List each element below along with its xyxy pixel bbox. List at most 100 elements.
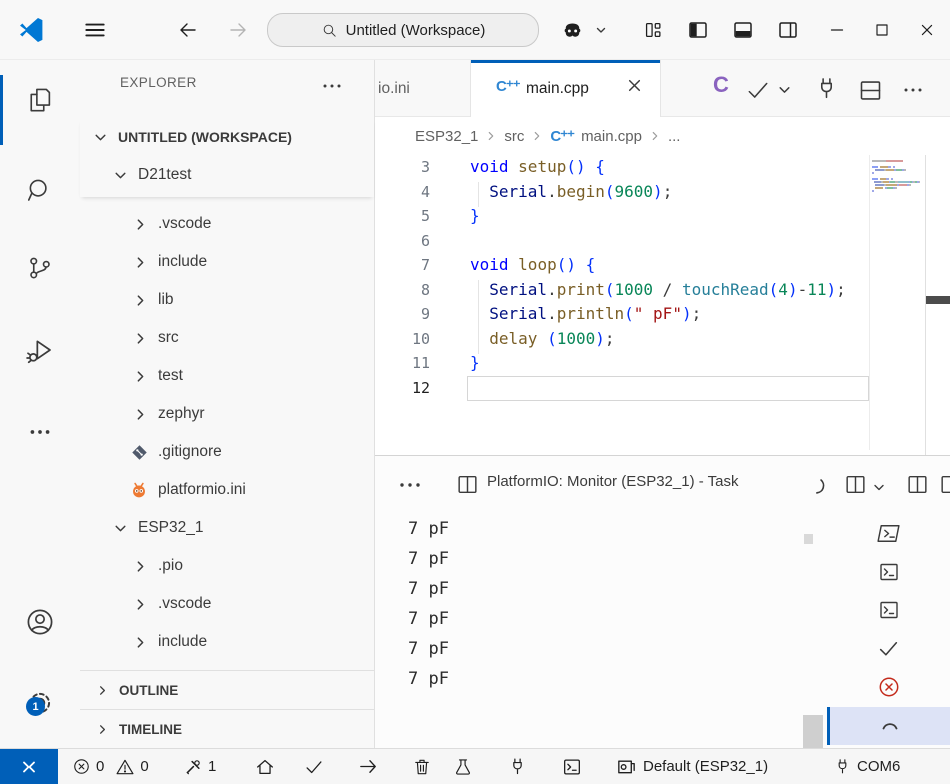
tree-item-label: ESP32_1 [138,519,204,537]
code-line-3[interactable]: 3void setup() { [375,155,875,180]
breadcrumb-item[interactable]: ESP32_1 [415,128,478,145]
tab-platformio-ini[interactable]: io.ini [375,60,471,117]
breadcrumb-item[interactable]: src [504,128,524,145]
account-icon[interactable] [0,598,80,646]
forward-arrow-icon[interactable] [222,0,254,60]
code-editor[interactable]: 3void setup() {4 Serial.begin(9600);5}67… [375,155,950,455]
terminal-list-item-terminal[interactable] [827,591,950,629]
tree-item-src[interactable]: src [80,319,374,357]
pio-build-check-icon[interactable] [745,77,771,103]
env-label: Default (ESP32_1) [643,758,768,775]
back-arrow-icon[interactable] [172,0,204,60]
terminal-scrollbar-thumb[interactable] [803,715,823,749]
close-tab-icon[interactable] [626,77,643,94]
panel-more-actions-icon[interactable] [397,476,425,494]
tree-item-lib[interactable]: lib [80,281,374,319]
split-terminal-icon[interactable] [843,472,868,497]
problems-status[interactable]: 0 0 [72,749,149,784]
terminal-output[interactable]: 7 pF7 pF7 pF7 pF7 pF7 pF [408,519,449,699]
pio-build-button[interactable] [303,749,325,784]
tree-item--gitignore[interactable]: .gitignore [80,433,374,471]
terminal-list-item-terminal[interactable] [827,553,950,591]
settings-gear-icon[interactable]: 1 [0,679,80,727]
code-line-11[interactable]: 11} [375,351,875,376]
terminal-list-item-error[interactable] [827,668,950,706]
command-center-search[interactable]: Untitled (Workspace) [267,13,539,47]
tree-item-d21test[interactable]: D21test [80,156,374,194]
menu-icon[interactable] [74,0,116,60]
tree-item-zephyr[interactable]: zephyr [80,395,374,433]
editor-more-actions-icon[interactable] [901,81,925,105]
tools-status[interactable]: 1 [183,749,216,784]
tree-item--pio[interactable]: .pio [80,547,374,585]
code-line-8[interactable]: 8 Serial.print(1000 / touchRead(4)-11); [375,278,875,303]
breadcrumb-item[interactable]: ... [668,128,681,145]
tree-item--vscode[interactable]: .vscode [80,205,374,243]
tree-item-include[interactable]: include [80,243,374,281]
pio-upload-button[interactable] [357,749,380,784]
code-line-10[interactable]: 10 delay (1000); [375,327,875,352]
chevron-right-icon [133,407,148,422]
remote-indicator[interactable] [0,749,58,784]
check-icon [876,636,901,661]
pio-clean-button[interactable] [412,749,432,784]
close-window-icon[interactable] [914,0,940,60]
tree-item-test[interactable]: test [80,357,374,395]
pio-home-button[interactable] [254,749,276,784]
pio-env-switcher[interactable]: Default (ESP32_1) [615,749,768,784]
explorer-more-actions-icon[interactable] [320,74,344,98]
toggle-primary-sidebar-icon[interactable] [685,0,711,60]
pio-monitor-button[interactable] [507,749,528,784]
breadcrumb-item[interactable]: main.cpp [581,128,642,145]
more-views-icon[interactable] [0,408,80,456]
code-line-9[interactable]: 9 Serial.println(" pF"); [375,302,875,327]
tree-item-platformio-ini[interactable]: platformio.ini [80,471,374,509]
explorer-view-icon[interactable] [0,76,80,124]
copilot-chevron-icon[interactable] [590,0,612,60]
chevron-down-icon[interactable] [777,83,792,98]
line-number: 11 [375,354,430,372]
line-number: 9 [375,305,430,323]
minimize-icon[interactable] [824,0,850,60]
serial-monitor-plug-icon[interactable] [813,75,840,102]
terminal-list-item-powershell[interactable] [827,514,950,552]
split-editor-icon[interactable] [857,77,884,104]
run-debug-icon[interactable] [0,326,80,374]
clipped-panel-action-icon[interactable] [938,472,950,497]
code-line-6[interactable]: 6 [375,229,875,254]
chevron-right-icon [133,597,148,612]
tab-main-cpp[interactable]: C⁺⁺ main.cpp [471,60,661,117]
pio-test-button[interactable] [453,749,473,784]
code-line-5[interactable]: 5} [375,204,875,229]
chevron-down-icon[interactable] [872,481,886,495]
toggle-secondary-sidebar-icon[interactable] [775,0,801,60]
customize-layout-icon[interactable] [641,0,665,60]
search-view-icon[interactable] [0,166,80,214]
minimap[interactable] [872,160,920,196]
tree-item-label: platformio.ini [158,481,246,499]
code-text: delay (1000); [470,329,615,348]
terminal-task-title: PlatformIO: Monitor (ESP32_1) - Task [487,473,738,490]
error-icon [72,757,91,776]
c-language-action-icon[interactable]: C [713,72,729,98]
maximize-icon[interactable] [869,0,895,60]
tree-item--vscode[interactable]: .vscode [80,585,374,623]
code-line-4[interactable]: 4 Serial.begin(9600); [375,180,875,205]
split-panel-icon[interactable] [905,472,930,497]
timeline-section[interactable]: TIMELINE [80,709,374,748]
code-line-12[interactable]: 12 [375,376,875,401]
tree-item-include[interactable]: include [80,623,374,661]
terminal-list-item-spinner[interactable] [827,707,950,745]
serial-port-status[interactable]: COM6 [833,749,900,784]
pio-terminal-button[interactable] [561,749,583,784]
breadcrumb-separator-icon [531,130,543,142]
copilot-icon[interactable] [556,0,588,60]
tree-item-workspace-root[interactable]: UNTITLED (WORKSPACE) [80,118,374,156]
terminal-list-item-check[interactable] [827,630,950,668]
source-control-icon[interactable] [0,244,80,292]
code-line-7[interactable]: 7void loop() { [375,253,875,278]
outline-section[interactable]: OUTLINE [80,670,374,709]
toggle-panel-icon[interactable] [730,0,756,60]
tree-item-esp32-1[interactable]: ESP32_1 [80,509,374,547]
code-text: Serial.begin(9600); [470,182,672,201]
